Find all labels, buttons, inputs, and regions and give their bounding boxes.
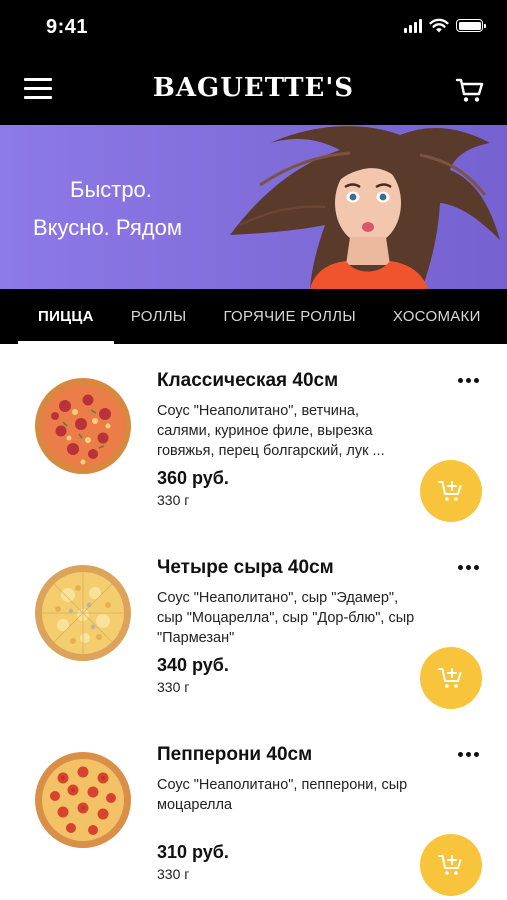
category-tabs: ПИЦЦА РОЛЛЫ ГОРЯЧИЕ РОЛЛЫ ХОСОМАКИ <box>0 289 507 344</box>
product-weight: 330 г <box>157 866 190 882</box>
product-card[interactable]: Четыре сыра 40см Соус "Неаполитано", сыр… <box>0 531 507 718</box>
tab-hot-rolls[interactable]: ГОРЯЧИЕ РОЛЛЫ <box>223 289 355 344</box>
banner-line-1: Быстро. <box>70 177 152 202</box>
pizza-pepperoni-image <box>35 752 131 848</box>
add-to-cart-button[interactable] <box>420 647 482 709</box>
cart-plus-icon <box>438 668 462 688</box>
more-dots-icon[interactable] <box>458 565 479 570</box>
brand-logo: BAGUETTE'S <box>152 73 355 103</box>
promo-banner[interactable]: Быстро. Вкусно. Рядом <box>0 125 507 289</box>
tab-pizza[interactable]: ПИЦЦА <box>18 289 114 344</box>
product-card[interactable]: Пепперони 40см Соус "Неаполитано", пеппе… <box>0 718 507 900</box>
product-list: Классическая 40см Соус "Неаполитано", ве… <box>0 344 507 900</box>
add-to-cart-button[interactable] <box>420 460 482 522</box>
tab-hosomaki[interactable]: ХОСОМАКИ <box>393 289 481 344</box>
pizza-four-cheese-image <box>35 565 131 661</box>
product-description: Соус "Неаполитано", ветчина, салями, кур… <box>157 403 385 459</box>
product-weight: 330 г <box>157 492 190 508</box>
more-dots-icon[interactable] <box>458 378 479 383</box>
product-weight: 330 г <box>157 679 190 695</box>
status-bar: 9:41 <box>0 0 507 56</box>
product-card[interactable]: Классическая 40см Соус "Неаполитано", ве… <box>0 344 507 531</box>
cart-plus-icon <box>438 481 462 501</box>
tab-rolls[interactable]: РОЛЛЫ <box>131 289 187 344</box>
wifi-icon <box>429 18 449 33</box>
product-description: Соус "Неаполитано", сыр "Эдамер", сыр "М… <box>157 590 415 646</box>
banner-text: Быстро. Вкусно. Рядом <box>33 171 182 247</box>
pizza-classic-image <box>35 378 131 474</box>
battery-icon <box>456 19 486 32</box>
banner-woman-image <box>230 126 500 289</box>
cart-icon[interactable] <box>455 76 485 104</box>
more-dots-icon[interactable] <box>458 752 479 757</box>
product-description: Соус "Неаполитано", пепперони, сыр моцар… <box>157 777 408 813</box>
status-time: 9:41 <box>46 16 89 38</box>
banner-line-2: Вкусно. Рядом <box>33 215 182 240</box>
cart-plus-icon <box>438 855 462 875</box>
product-price: 360 руб. <box>157 468 229 488</box>
add-to-cart-button[interactable] <box>420 834 482 896</box>
status-icons <box>404 18 486 33</box>
product-name: Пепперони 40см <box>157 744 313 765</box>
app-header: BAGUETTE'S <box>0 56 507 125</box>
product-price: 310 руб. <box>157 842 229 862</box>
product-name: Четыре сыра 40см <box>157 557 334 578</box>
product-price: 340 руб. <box>157 655 229 675</box>
signal-icon <box>404 18 422 33</box>
product-name: Классическая 40см <box>157 370 339 391</box>
